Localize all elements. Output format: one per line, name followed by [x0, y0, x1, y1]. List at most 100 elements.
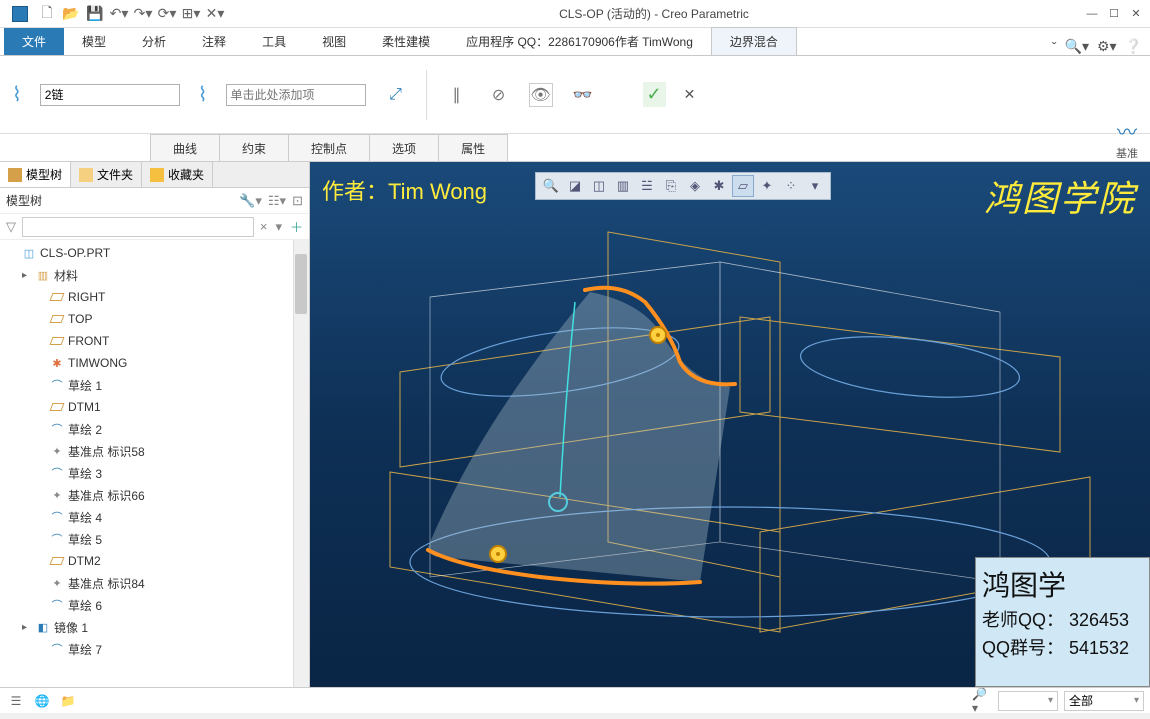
datum-icon[interactable]: 〰: [1117, 116, 1137, 145]
filter-input[interactable]: [22, 217, 254, 237]
collapse-ribbon-icon[interactable]: ˇ: [1052, 39, 1057, 55]
help-icon[interactable]: ❔: [1125, 38, 1142, 55]
new-icon[interactable]: 🗋: [36, 3, 58, 25]
treetab-folder[interactable]: 文件夹: [71, 162, 142, 187]
maximize-icon[interactable]: ☐: [1104, 4, 1124, 24]
sb-tree-icon[interactable]: ☰: [6, 691, 26, 711]
pause-icon[interactable]: ∥: [445, 83, 469, 107]
close-win-icon[interactable]: ✕▾: [204, 3, 226, 25]
tab-view[interactable]: 视图: [304, 28, 364, 55]
tree-item[interactable]: ▸▥材料: [0, 264, 309, 286]
preview-icon[interactable]: 👁: [529, 83, 553, 107]
tree-item[interactable]: RIGHT: [0, 286, 309, 308]
tree-item[interactable]: ⌒草绘 5: [0, 528, 309, 550]
sb-filter-all[interactable]: 全部: [1064, 691, 1144, 711]
tree-item[interactable]: ⌒草绘 1: [0, 374, 309, 396]
chain1-input[interactable]: [40, 84, 180, 106]
tab-flex[interactable]: 柔性建模: [364, 28, 448, 55]
model-tree[interactable]: ◫CLS-OP.PRT▸▥材料RIGHTTOPFRONT✱TIMWONG⌒草绘 …: [0, 240, 309, 687]
undo-icon[interactable]: ↶▾: [108, 3, 130, 25]
treetab-model-label: 模型树: [26, 166, 62, 183]
cancel-button[interactable]: ✕: [684, 86, 696, 103]
tab-analysis[interactable]: 分析: [124, 28, 184, 55]
tab-app[interactable]: 应用程序 QQ：2286170906作者 TimWong: [448, 28, 711, 55]
scrollbar-thumb[interactable]: [295, 254, 307, 314]
tree-header: 模型树: [6, 192, 233, 209]
model-tree-panel: 模型树 文件夹 收藏夹 模型树 🔧▾ ☷▾ ⊡ ▽ × ▾ ＋ ◫CLS-OP.…: [0, 162, 310, 687]
treetab-fav[interactable]: 收藏夹: [142, 162, 213, 187]
datum-label: 基准: [1116, 145, 1138, 161]
subtab-options[interactable]: 选项: [369, 134, 439, 161]
no-icon[interactable]: ⊘: [487, 83, 511, 107]
tab-model[interactable]: 模型: [64, 28, 124, 55]
overlay-title: 鸿图学: [982, 564, 1143, 604]
filter-add-icon[interactable]: ＋: [288, 217, 305, 236]
open-icon[interactable]: 📂: [60, 3, 82, 25]
glasses-icon[interactable]: 👓: [571, 83, 595, 107]
filter-dropdown-icon[interactable]: ▾: [273, 219, 284, 235]
tree-item[interactable]: ✦基准点 标识66: [0, 484, 309, 506]
sb-folder-icon[interactable]: 📁: [58, 691, 78, 711]
tree-item[interactable]: ⌒草绘 4: [0, 506, 309, 528]
sb-selection-filter[interactable]: [998, 691, 1058, 711]
tab-boundary[interactable]: 边界混合: [711, 27, 797, 55]
treetab-fav-label: 收藏夹: [168, 166, 204, 183]
filter-clear-icon[interactable]: ×: [258, 219, 270, 234]
status-bar: ☰ 🌐 📁 🔎▾ 全部: [0, 687, 1150, 713]
tree-display-icon[interactable]: ⊡: [292, 193, 303, 209]
tree-item[interactable]: ✦基准点 标识84: [0, 572, 309, 594]
tree-item[interactable]: ⌒草绘 2: [0, 418, 309, 440]
tree-item[interactable]: ◫CLS-OP.PRT: [0, 242, 309, 264]
regen-icon[interactable]: ⟳▾: [156, 3, 178, 25]
tree-item[interactable]: ⌒草绘 7: [0, 638, 309, 660]
search-icon[interactable]: 🔍▾: [1065, 38, 1089, 55]
ribbon-tabs: 文件 模型 分析 注释 工具 视图 柔性建模 应用程序 QQ：228617090…: [0, 28, 1150, 56]
graphics-viewport[interactable]: 作者：Tim Wong 鸿图学院 🔍 ◪ ◫ ▥ ☱ ⎘ ◈ ✱ ▱ ✦ ⁘ ▾: [310, 162, 1150, 687]
separator: [426, 70, 427, 120]
tangent-icon[interactable]: ⤢: [384, 83, 408, 107]
tree-item[interactable]: ▸◧镜像 1: [0, 616, 309, 638]
redo-icon[interactable]: ↷▾: [132, 3, 154, 25]
treetab-folder-label: 文件夹: [97, 166, 133, 183]
tree-show-icon[interactable]: ☷▾: [268, 193, 286, 209]
chain1-icon[interactable]: ⌇: [12, 82, 22, 107]
sb-find-icon[interactable]: 🔎▾: [972, 691, 992, 711]
tree-item[interactable]: FRONT: [0, 330, 309, 352]
treetab-model[interactable]: 模型树: [0, 162, 71, 187]
subtab-constraint[interactable]: 约束: [219, 134, 289, 161]
subtab-props[interactable]: 属性: [438, 134, 508, 161]
title-bar: 🗋 📂 💾 ↶▾ ↷▾ ⟳▾ ⊞▾ ✕▾ CLS-OP (活动的) - Creo…: [0, 0, 1150, 28]
settings-icon[interactable]: ⚙▾: [1097, 38, 1117, 55]
app-icon: [12, 6, 28, 22]
watermark-overlay: 鸿图学 老师QQ： 326453 QQ群号： 541532: [975, 557, 1150, 687]
tree-item[interactable]: ⌒草绘 3: [0, 462, 309, 484]
tab-annotate[interactable]: 注释: [184, 28, 244, 55]
window-controls: — ☐ ✕: [1082, 4, 1146, 24]
tree-toolbar: 模型树 🔧▾ ☷▾ ⊡: [0, 188, 309, 214]
sb-browser-icon[interactable]: 🌐: [32, 691, 52, 711]
tab-tools[interactable]: 工具: [244, 28, 304, 55]
chain2-input[interactable]: [226, 84, 366, 106]
tree-item[interactable]: DTM2: [0, 550, 309, 572]
subtab-curve[interactable]: 曲线: [150, 134, 220, 161]
window-title: CLS-OP (活动的) - Creo Parametric: [226, 5, 1082, 22]
tree-item[interactable]: ✦基准点 标识58: [0, 440, 309, 462]
dashboard-tabs: 曲线 约束 控制点 选项 属性: [0, 134, 1150, 162]
tab-file[interactable]: 文件: [4, 28, 64, 55]
tree-settings-icon[interactable]: 🔧▾: [239, 193, 262, 209]
subtab-ctrlpt[interactable]: 控制点: [288, 134, 370, 161]
quick-access-toolbar: 🗋 📂 💾 ↶▾ ↷▾ ⟳▾ ⊞▾ ✕▾: [36, 3, 226, 25]
tree-item[interactable]: DTM1: [0, 396, 309, 418]
chain2-icon[interactable]: ⌇: [198, 82, 208, 107]
tree-item[interactable]: TOP: [0, 308, 309, 330]
tree-scrollbar[interactable]: [293, 240, 309, 687]
windows-icon[interactable]: ⊞▾: [180, 3, 202, 25]
tree-item[interactable]: ⌒草绘 6: [0, 594, 309, 616]
confirm-button[interactable]: ✓: [643, 82, 666, 107]
minimize-icon[interactable]: —: [1082, 4, 1102, 24]
tree-item[interactable]: ✱TIMWONG: [0, 352, 309, 374]
tree-filter: ▽ × ▾ ＋: [0, 214, 309, 240]
close-icon[interactable]: ✕: [1126, 4, 1146, 24]
filter-icon[interactable]: ▽: [4, 219, 18, 235]
save-icon[interactable]: 💾: [84, 3, 106, 25]
